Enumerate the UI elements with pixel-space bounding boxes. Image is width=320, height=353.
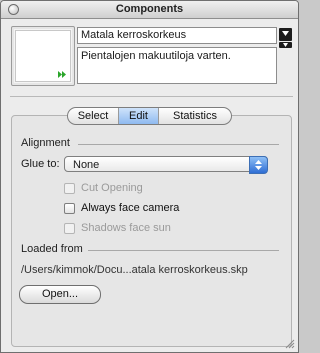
shadows-face-sun-checkbox (64, 222, 75, 234)
loaded-from-rule (88, 250, 279, 251)
tab-statistics[interactable]: Statistics (159, 108, 231, 124)
header-divider (10, 96, 293, 97)
tab-bar: Select Edit Statistics (67, 107, 232, 125)
double-arrow-right-icon (58, 71, 66, 78)
components-window: Components Matala kerroskorkeus Pientalo… (0, 0, 299, 353)
component-name-field[interactable]: Matala kerroskorkeus (77, 27, 277, 44)
arrow-down-icon (283, 43, 288, 47)
glue-to-select[interactable]: None (64, 156, 268, 174)
alignment-rule (78, 144, 279, 145)
tab-edit[interactable]: Edit (119, 108, 159, 124)
always-face-camera-option[interactable]: Always face camera (64, 201, 179, 215)
resize-grip-icon[interactable] (284, 338, 295, 349)
glue-to-label: Glue to: (21, 158, 60, 170)
loaded-from-heading: Loaded from (21, 243, 83, 255)
tab-select[interactable]: Select (68, 108, 119, 124)
arrow-down-flyout-icon (282, 31, 289, 36)
shadows-face-sun-option: Shadows face sun (64, 221, 171, 235)
details-button-lower[interactable] (279, 42, 292, 48)
always-face-camera-checkbox[interactable] (64, 202, 75, 214)
preview-image (15, 30, 71, 82)
cut-opening-checkbox (64, 182, 75, 194)
component-preview[interactable] (11, 26, 75, 86)
window-title: Components (115, 3, 184, 15)
glue-to-value: None (73, 159, 100, 171)
open-button[interactable]: Open... (19, 285, 101, 304)
cut-opening-option: Cut Opening (64, 181, 143, 195)
cut-opening-label: Cut Opening (81, 182, 143, 194)
file-path: /Users/kimmok/Docu...atala kerroskorkeus… (21, 264, 248, 276)
title-bar[interactable]: Components (1, 1, 298, 19)
alignment-heading: Alignment (21, 137, 70, 149)
component-description-field[interactable]: Pientalojen makuutiloja varten. (77, 47, 277, 84)
up-down-chevron-icon (249, 156, 268, 174)
always-face-camera-label[interactable]: Always face camera (81, 202, 179, 214)
details-button[interactable] (279, 28, 292, 41)
shadows-face-sun-label: Shadows face sun (81, 222, 171, 234)
